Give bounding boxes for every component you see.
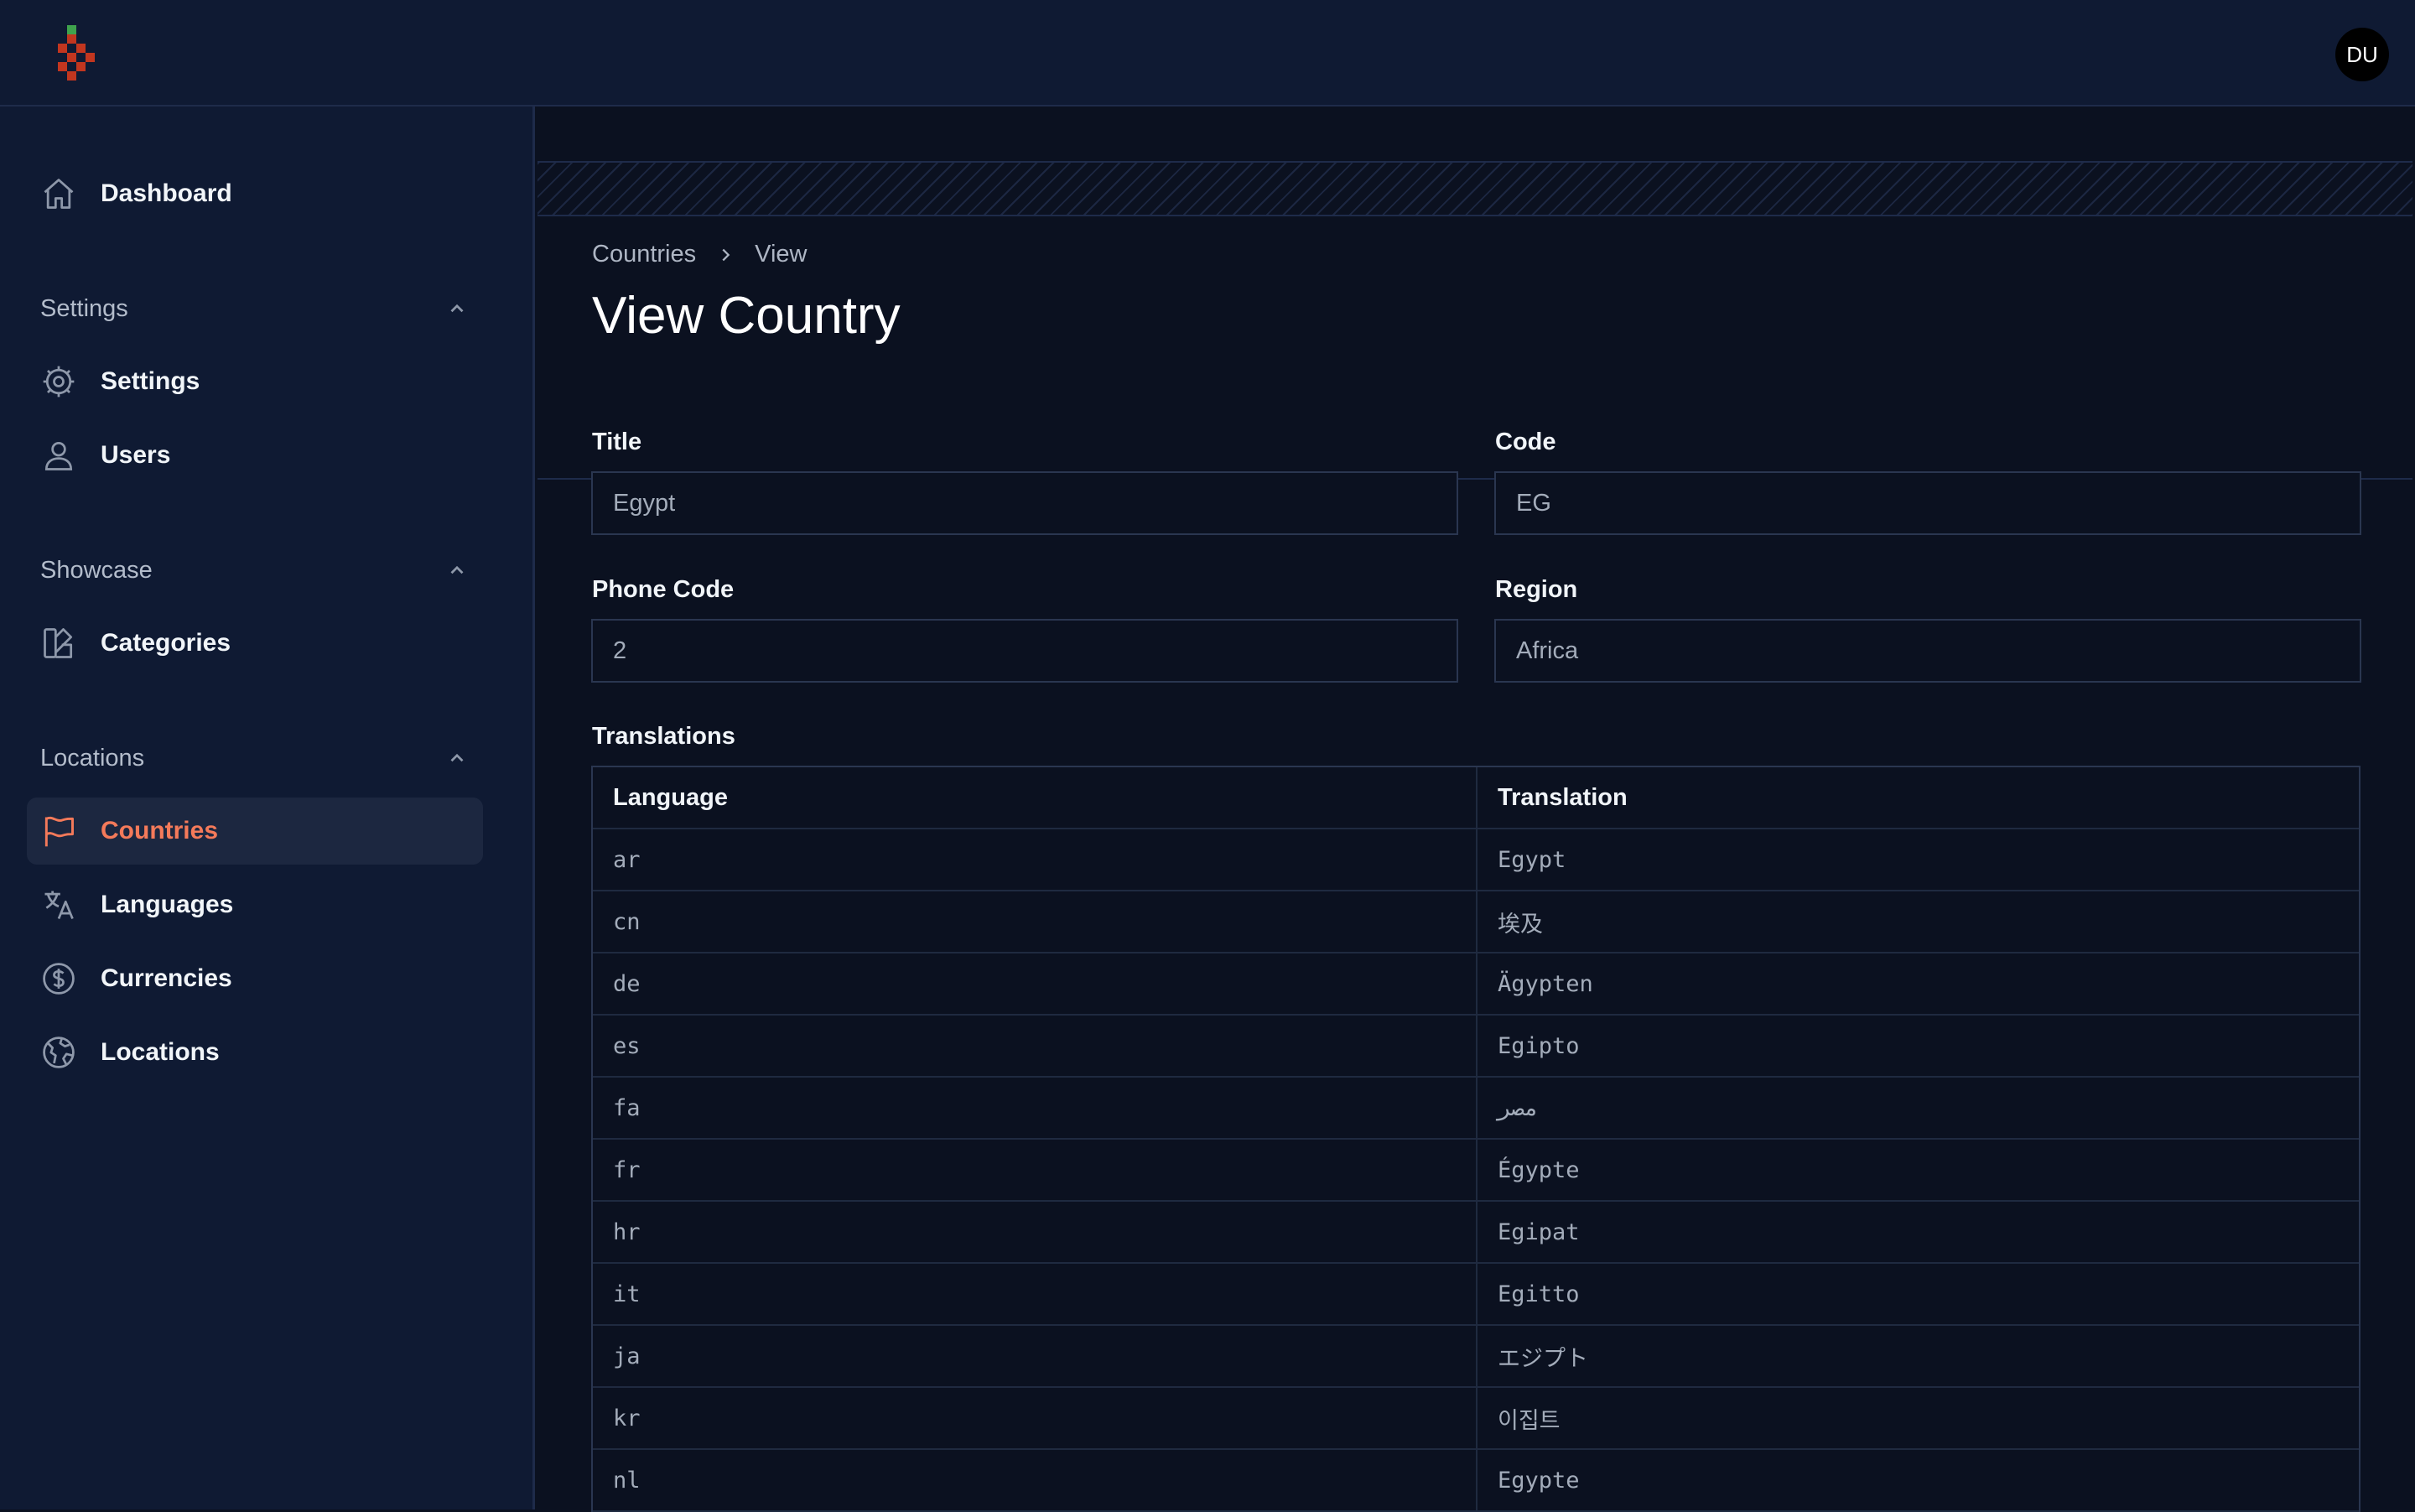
sidebar-item-dashboard[interactable]: Dashboard	[27, 160, 483, 227]
language-cell: hr	[593, 1202, 1478, 1262]
translation-cell: Egypt	[1498, 846, 1566, 873]
phone-code-field[interactable]: 2	[591, 619, 1458, 683]
sidebar-item-label: Dashboard	[101, 179, 232, 207]
region-label: Region	[1495, 576, 1578, 603]
translation-cell: 이집트	[1498, 1407, 1561, 1434]
breadcrumb-link-countries[interactable]: Countries	[592, 241, 696, 268]
sidebar-item-locations[interactable]: Locations	[27, 1019, 483, 1086]
translation-cell: Egipto	[1498, 1032, 1580, 1059]
translation-cell: 埃及	[1498, 911, 1543, 938]
language-cell: ja	[593, 1326, 1478, 1386]
breadcrumb-current: View	[755, 241, 808, 268]
group-label: Showcase	[40, 556, 153, 584]
code-field[interactable]: EG	[1494, 471, 2361, 535]
language-cell: nl	[593, 1450, 1478, 1510]
sidebar-item-users[interactable]: Users	[27, 422, 483, 489]
sidebar-item-label: Countries	[101, 817, 219, 844]
sidebar-item-countries[interactable]: Countries	[27, 798, 483, 865]
language-cell: fr	[593, 1140, 1478, 1200]
sidebar-item-settings[interactable]: Settings	[27, 348, 483, 415]
chevron-up-icon	[450, 753, 464, 762]
table-row: it Egitto	[593, 1264, 2359, 1326]
language-cell: it	[593, 1264, 1478, 1324]
language-cell: kr	[593, 1388, 1478, 1448]
translation-cell: Egipat	[1498, 1218, 1580, 1245]
sidebar-item-label: Languages	[101, 891, 234, 918]
sidebar-item-label: Currencies	[101, 964, 232, 992]
top-bar: DU	[0, 0, 2415, 107]
title-field[interactable]: Egypt	[591, 471, 1458, 535]
page-header	[538, 213, 2412, 480]
table-row: hr Egipat	[593, 1202, 2359, 1264]
home-icon	[40, 175, 77, 212]
flag-icon	[40, 813, 77, 850]
table-row: kr 이집트	[593, 1388, 2359, 1450]
cog-icon	[40, 363, 77, 400]
translation-cell: Ägypten	[1498, 970, 1593, 997]
translation-cell: エジプト	[1498, 1345, 1588, 1372]
translations-table: Language Translation ar Egypt cn 埃及 de Ä…	[591, 766, 2360, 1512]
table-row: fa مصر	[593, 1078, 2359, 1140]
page-title: View Country	[592, 287, 901, 345]
table-row: ja エジプト	[593, 1326, 2359, 1388]
region-field[interactable]: Africa	[1494, 619, 2361, 683]
language-cell: fa	[593, 1078, 1478, 1138]
striped-banner	[538, 161, 2412, 216]
sidebar-item-label: Locations	[101, 1038, 220, 1066]
language-cell: de	[593, 953, 1478, 1014]
currency-dollar-icon	[40, 960, 77, 997]
table-row: cn 埃及	[593, 891, 2359, 953]
column-header-translation: Translation	[1498, 783, 1628, 811]
sidebar-item-label: Users	[101, 441, 171, 469]
table-row: es Egipto	[593, 1016, 2359, 1078]
title-label: Title	[592, 429, 642, 455]
language-cell: ar	[593, 829, 1478, 890]
swatch-icon	[40, 625, 77, 662]
column-header-language: Language	[593, 767, 1478, 828]
group-header-showcase[interactable]: Showcase	[40, 549, 468, 591]
sidebar: Dashboard Settings Settings Users Showca…	[0, 107, 535, 1509]
globe-icon	[40, 1034, 77, 1071]
translation-cell: Egitto	[1498, 1281, 1580, 1307]
sidebar-item-categories[interactable]: Categories	[27, 610, 483, 677]
chevron-right-icon	[722, 248, 730, 261]
sidebar-item-label: Categories	[101, 629, 231, 657]
sidebar-item-label: Settings	[101, 367, 200, 395]
phone-code-label: Phone Code	[592, 576, 735, 603]
translation-cell: Egypte	[1498, 1467, 1580, 1494]
logo-icon[interactable]	[55, 25, 104, 82]
language-cell: cn	[593, 891, 1478, 952]
table-row: ar Egypt	[593, 829, 2359, 891]
language-cell: es	[593, 1016, 1478, 1076]
group-header-settings[interactable]: Settings	[40, 288, 468, 330]
translations-label: Translations	[592, 723, 735, 750]
table-row: fr Égypte	[593, 1140, 2359, 1202]
table-header-row: Language Translation	[593, 767, 2359, 829]
user-avatar[interactable]: DU	[2335, 28, 2389, 81]
chevron-up-icon	[450, 304, 464, 313]
table-row: de Ägypten	[593, 953, 2359, 1016]
translation-cell: Égypte	[1498, 1156, 1580, 1183]
translation-cell: مصر	[1498, 1094, 1539, 1121]
group-header-locations[interactable]: Locations	[40, 737, 468, 779]
breadcrumb: Countries View	[592, 241, 807, 268]
table-row: nl Egypte	[593, 1450, 2359, 1512]
chevron-up-icon	[450, 565, 464, 574]
sidebar-item-currencies[interactable]: Currencies	[27, 945, 483, 1012]
language-icon	[40, 886, 77, 923]
group-label: Settings	[40, 294, 128, 322]
code-label: Code	[1495, 429, 1556, 455]
sidebar-item-languages[interactable]: Languages	[27, 871, 483, 938]
user-icon	[40, 437, 77, 474]
group-label: Locations	[40, 744, 145, 772]
